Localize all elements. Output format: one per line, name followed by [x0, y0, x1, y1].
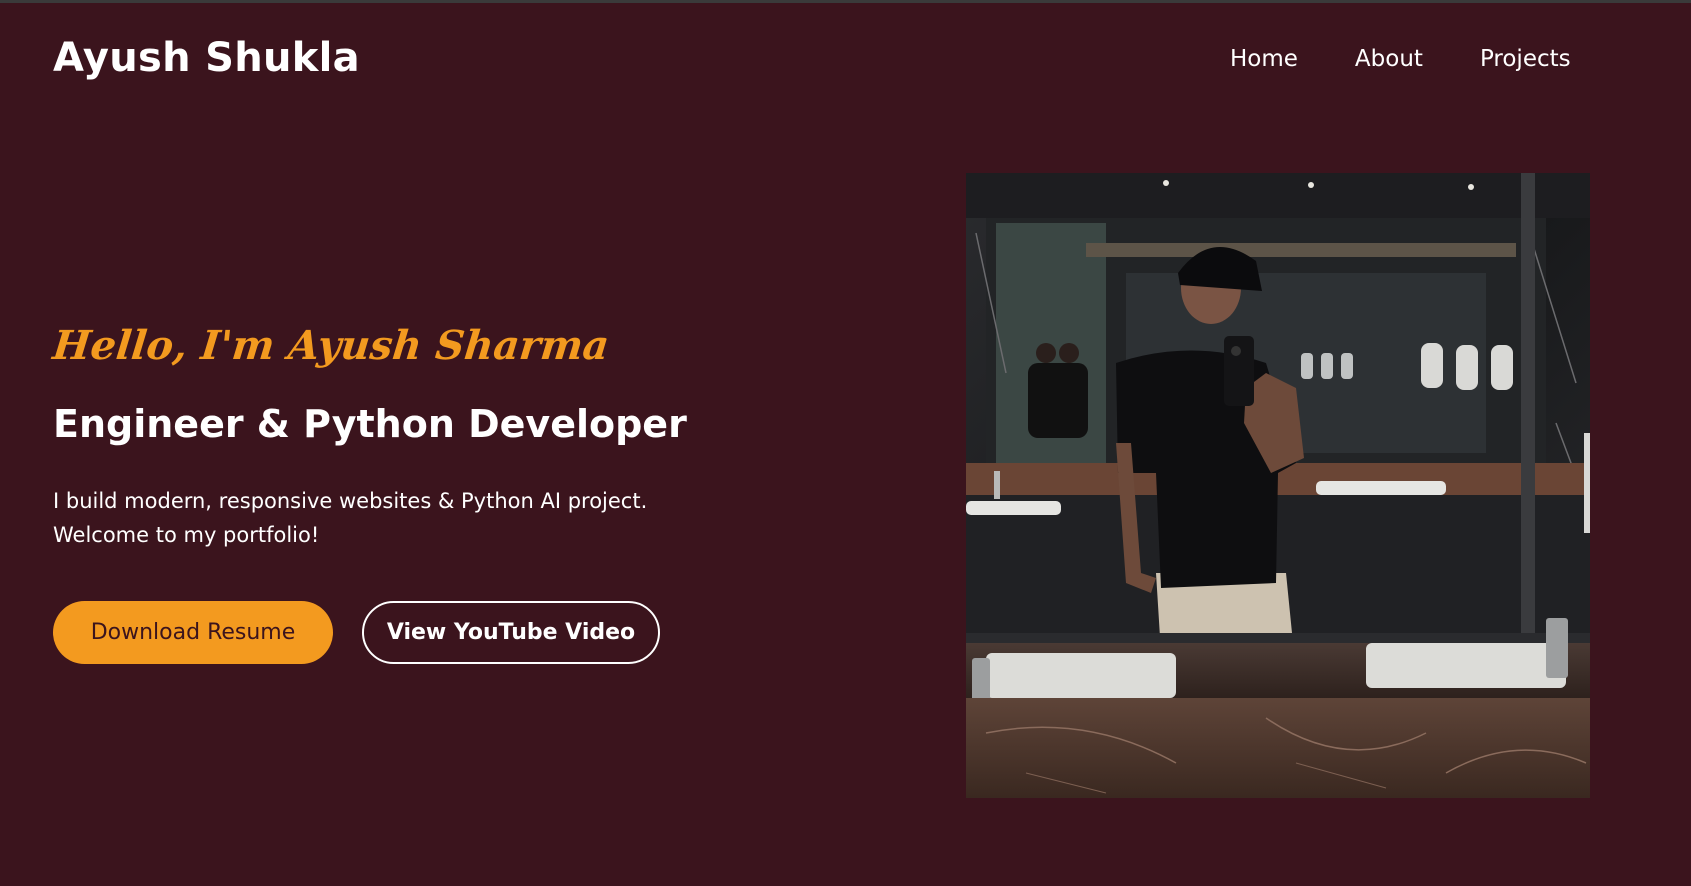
view-youtube-video-button[interactable]: View YouTube Video [362, 601, 660, 664]
download-resume-button[interactable]: Download Resume [53, 601, 333, 664]
hero-intro-line-1: I build modern, responsive websites & Py… [53, 489, 648, 513]
hero-intro: I build modern, responsive websites & Py… [53, 484, 773, 552]
hero-role-title: Engineer & Python Developer [53, 402, 687, 446]
site-logo[interactable]: Ayush Shukla [53, 30, 360, 86]
main-nav: Home About Projects [1230, 40, 1571, 78]
nav-home-link[interactable]: Home [1230, 40, 1298, 78]
browser-top-strip [0, 0, 1691, 3]
nav-about-link[interactable]: About [1355, 40, 1423, 78]
hero-intro-line-2: Welcome to my portfolio! [53, 523, 320, 547]
hero-greeting: Hello, I'm Ayush Sharma [50, 322, 612, 369]
profile-photo [966, 173, 1590, 798]
nav-projects-link[interactable]: Projects [1480, 40, 1571, 78]
